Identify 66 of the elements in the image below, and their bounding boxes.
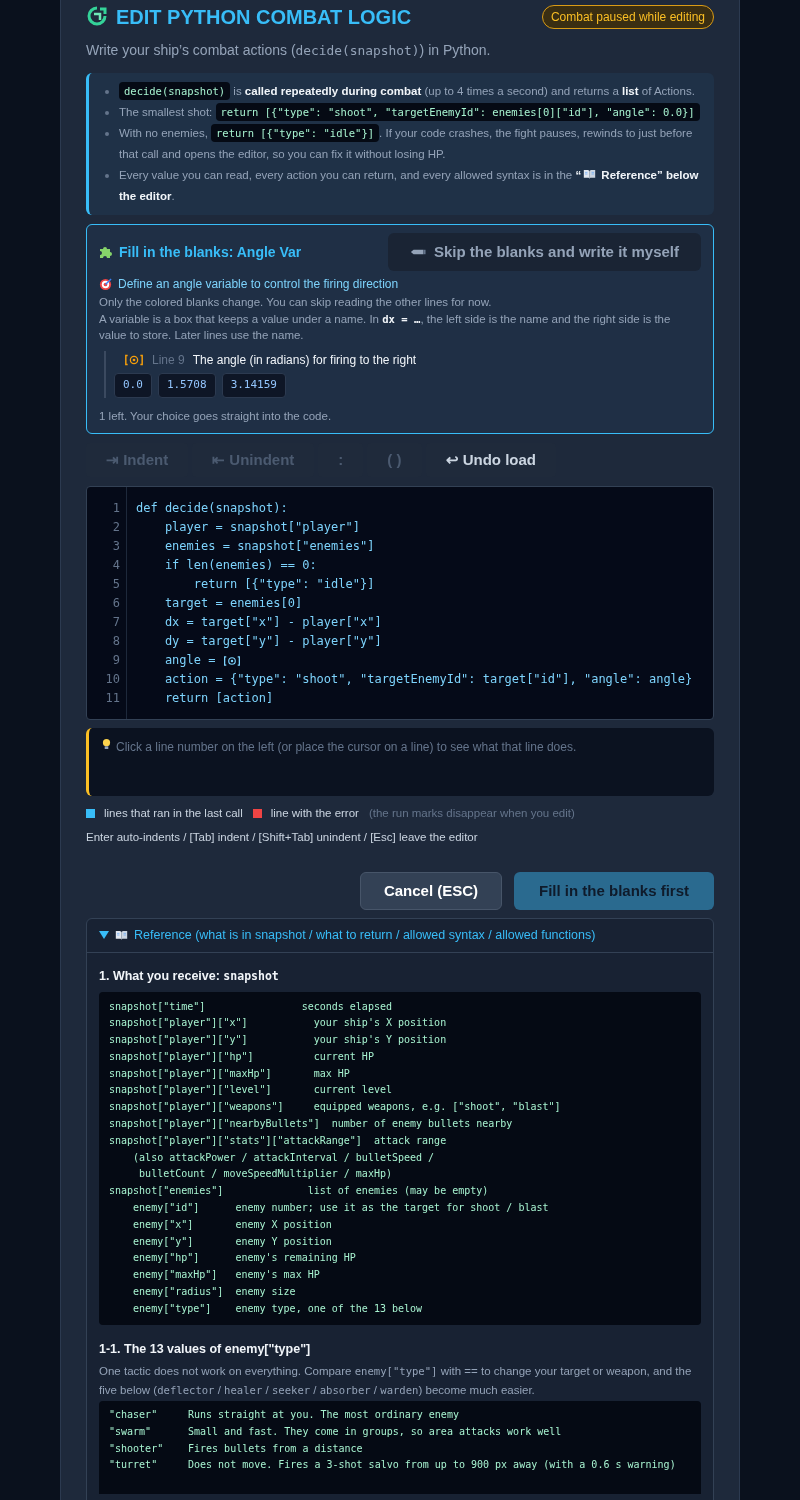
section-heading: 1. What you receive: snapshot: [99, 967, 280, 985]
cancel-button[interactable]: Cancel (ESC): [360, 871, 502, 910]
type-description: Fires bullets from a distance: [188, 1441, 363, 1456]
type-name: "chaser": [109, 1408, 159, 1423]
code-line: angle =: [163, 652, 217, 670]
type-description: Runs straight at you. The most ordinary enemy: [188, 1408, 459, 1423]
status-badge: Combat paused while editing: [541, 5, 714, 29]
line-number: 1: [112, 500, 120, 518]
code-line: target = enemies[0]: [163, 595, 303, 613]
blanks-explanation: A variable is a box that keeps a value under a name. In dx = …, the left side is the name and the right side is the value to store. Later lines use the name.: [99, 312, 672, 343]
type-description: Small and fast. They come in groups, so area attacks work well: [188, 1425, 562, 1439]
blanks-goal: Define an angle variable to control the firing direction: [118, 276, 399, 293]
choice-option[interactable]: 1.5708: [157, 373, 216, 398]
python-logo-icon: [86, 6, 108, 28]
hint-text: Click a line number on the left (or place the cursor on a line) to see what that line does.: [116, 739, 577, 757]
line-number: 2: [112, 519, 120, 537]
code-line: def decide(snapshot):: [136, 500, 288, 518]
note-text: With no enemies, return [{"type": "idle"}] . If your code crashes, the fight pauses, rewinds to just before that call and opens the editor, so you can fix it without losing HP.: [119, 123, 702, 165]
reference-toggle[interactable]: Reference (what is in snapshot / what to return / allowed syntax / allowed functions): [134, 925, 596, 945]
line-number: 7: [112, 614, 120, 632]
code-line: player = snapshot["player"]: [163, 519, 360, 537]
code-line: enemies = snapshot["enemies"]: [163, 538, 375, 556]
snapshot-reference-code: snapshot["time"] seconds elapsed snapshot["player"]["x"] your ship's X position snapshot["player"]["y"] your ship's Y position snapshot["player"]["hp"] current HP snapshot["player"]["maxHp"] max HP snapshot["player"]["level"] current level snapshot["player"]["weapons"] equipped weapons, e.g. ["shoot", "blast"] snapshot["player"]["nearbyBullets"] number of enemy bullets nearby snapshot["player"]["stats"]["attackRange"] attack range (also attackPower / attackInterval / bulletSpeed / bulletCount / moveSpeedMultiplier / maxHp) snapshot["enemies"] list of enemies (may be empty) enemy["id"] enemy number; use it as the target for shoot / blast enemy["x"] enemy X position enemy["y"] enemy Y position enemy["hp"] enemy's remaining HP enemy["maxHp"] enemy's max HP enemy["radius"] enemy size enemy["type"] enemy type, one of the 13 below: [99, 991, 701, 1325]
type-name: "swarm": [109, 1425, 153, 1439]
puzzle-icon: [99, 245, 113, 259]
lightbulb-icon: [102, 738, 111, 752]
dialog-subtitle: Write your ship’s combat actions (decide(snapshot)) in Python.: [86, 41, 492, 60]
note-text: Every value you can read, every action you can return, and every allowed syntax is in the “ Reference” below the editor.: [119, 165, 702, 207]
line-number: 6: [112, 595, 120, 613]
note-text: decide(snapshot) is called repeatedly during combat (up to 4 times a second) and returns a list of Actions.: [119, 81, 695, 102]
line-number: 4: [112, 557, 120, 575]
section-intro: One tactic does not work on everything. Compare enemy["type"] with == to change your target or weapon, and the five below (deflector / healer / seeker / absorber / warden) become much easier.: [99, 1364, 693, 1399]
blanks-title: Fill in the blanks: Angle Var: [119, 242, 302, 262]
pencil-icon: [409, 248, 426, 256]
code-line: return [action]: [163, 690, 274, 708]
choice-option[interactable]: 0.0: [114, 373, 152, 398]
line-number: 10: [105, 671, 120, 689]
blanks-explanation: Only the colored blanks change. You can skip reading the other lines for now.: [99, 295, 493, 310]
line-number: 3: [112, 538, 120, 556]
blanks-remaining: 1 left. Your choice goes straight into the code.: [99, 409, 333, 424]
code-line: dx = target["x"] - player["x"]: [163, 614, 382, 632]
note-text: The smallest shot: return [{"type": "shoot", "targetEnemyId": enemies[0]["id"], "angle": 0.0}]: [119, 102, 700, 123]
section-heading: 1-1. The 13 values of enemy["type"]: [99, 1340, 312, 1358]
legend-note: (the run marks disappear when you edit): [368, 806, 575, 822]
line-number: 9: [112, 652, 120, 670]
line-number: 11: [105, 690, 120, 708]
type-description: Does not move. Fires a 3-shot salvo from up to 900 px away (with a 0.6 s warning): [188, 1458, 676, 1473]
target-icon: [99, 277, 112, 291]
code-line: action = {"type": "shoot", "targetEnemyId": target["id"], "angle": angle}: [163, 671, 693, 689]
dialog-title: EDIT PYTHON COMBAT LOGIC: [116, 5, 412, 30]
line-number: 5: [112, 576, 120, 594]
legend-label: line with the error: [270, 806, 359, 822]
blank-prompt: The angle (in radians) for firing to the right: [192, 352, 417, 369]
code-editor[interactable]: [86, 486, 714, 721]
type-name: "shooter": [109, 1441, 165, 1456]
choice-option[interactable]: 3.14159: [221, 373, 286, 398]
blank-marker-icon: [124, 354, 144, 366]
code-line: if len(enemies) == 0:: [163, 557, 317, 575]
keyboard-shortcuts: Enter auto-indents / [Tab] indent / [Shift+Tab] unindent / [Esc] leave the editor: [86, 829, 479, 845]
code-line: return [{"type": "idle"}]: [192, 576, 375, 594]
code-line: dy = target["y"] - player["y"]: [163, 633, 382, 651]
legend-label: lines that ran in the last call: [104, 806, 243, 822]
line-number: 8: [112, 633, 120, 651]
type-name: "turret": [109, 1458, 159, 1473]
skip-blanks-button[interactable]: Skip the blanks and write it myself: [387, 233, 701, 271]
line-label: Line 9: [152, 352, 185, 369]
